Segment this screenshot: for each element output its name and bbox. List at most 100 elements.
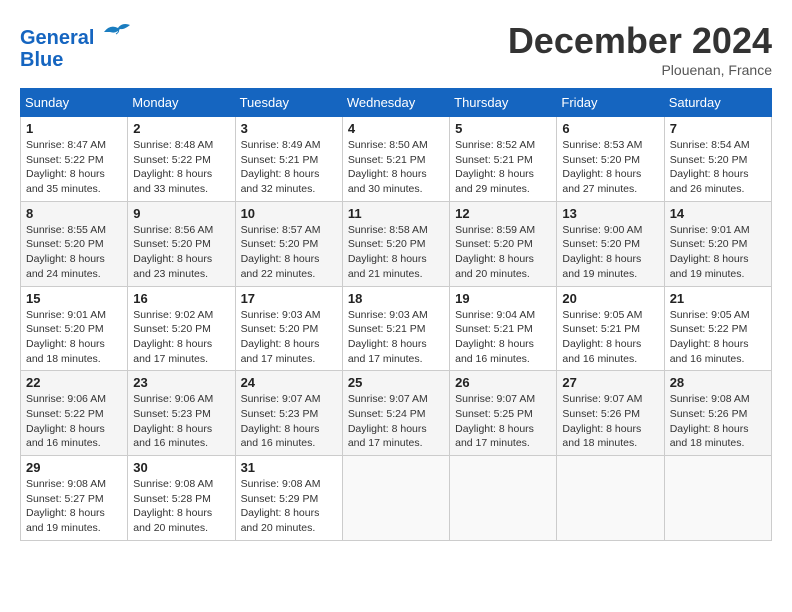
calendar-table: SundayMondayTuesdayWednesdayThursdayFrid… — [20, 88, 772, 541]
calendar-day-cell: 24 Sunrise: 9:07 AM Sunset: 5:23 PM Dayli… — [235, 371, 342, 456]
day-info: Sunrise: 9:03 AM Sunset: 5:21 PM Dayligh… — [348, 308, 444, 367]
day-info: Sunrise: 9:05 AM Sunset: 5:22 PM Dayligh… — [670, 308, 766, 367]
day-number: 4 — [348, 121, 444, 136]
calendar-week-row: 8Sunrise: 8:55 AM Sunset: 5:20 PM Daylig… — [21, 201, 772, 286]
location-subtitle: Plouenan, France — [508, 62, 772, 78]
day-number: 7 — [670, 121, 766, 136]
day-info: Sunrise: 9:08 AM Sunset: 5:29 PM Dayligh… — [241, 477, 337, 536]
day-info: Sunrise: 9:08 AM Sunset: 5:28 PM Dayligh… — [133, 477, 229, 536]
day-info: Sunrise: 9:07 AM Sunset: 5:24 PM Dayligh… — [348, 392, 444, 451]
calendar-day-cell: 16 Sunrise: 9:02 AM Sunset: 5:20 PM Dayli… — [128, 286, 235, 371]
day-info: Sunrise: 9:01 AM Sunset: 5:20 PM Dayligh… — [26, 308, 122, 367]
day-info: Sunrise: 8:54 AM Sunset: 5:20 PM Dayligh… — [670, 138, 766, 197]
calendar-week-row: 15 Sunrise: 9:01 AM Sunset: 5:20 PM Dayli… — [21, 286, 772, 371]
day-number: 8 — [26, 206, 122, 221]
calendar-week-row: 1 Sunrise: 8:47 AM Sunset: 5:22 PM Daylig… — [21, 117, 772, 202]
day-number: 22 — [26, 375, 122, 390]
logo-blue: Blue — [20, 49, 132, 71]
day-number: 3 — [241, 121, 337, 136]
logo-general: General — [20, 27, 94, 49]
day-info: Sunrise: 9:07 AM Sunset: 5:23 PM Dayligh… — [241, 392, 337, 451]
calendar-header-row: SundayMondayTuesdayWednesdayThursdayFrid… — [21, 89, 772, 117]
day-number: 2 — [133, 121, 229, 136]
logo-bird-icon — [102, 20, 132, 44]
weekday-header-friday: Friday — [557, 89, 664, 117]
calendar-day-cell: 13 Sunrise: 9:00 AM Sunset: 5:20 PM Dayli… — [557, 201, 664, 286]
calendar-day-cell: 15 Sunrise: 9:01 AM Sunset: 5:20 PM Dayli… — [21, 286, 128, 371]
day-info: Sunrise: 9:05 AM Sunset: 5:21 PM Dayligh… — [562, 308, 658, 367]
day-number: 26 — [455, 375, 551, 390]
calendar-day-cell — [664, 456, 771, 541]
day-info: Sunrise: 8:48 AM Sunset: 5:22 PM Dayligh… — [133, 138, 229, 197]
calendar-day-cell: 25 Sunrise: 9:07 AM Sunset: 5:24 PM Dayli… — [342, 371, 449, 456]
weekday-header-monday: Monday — [128, 89, 235, 117]
day-number: 12 — [455, 206, 551, 221]
day-number: 27 — [562, 375, 658, 390]
day-number: 19 — [455, 291, 551, 306]
calendar-day-cell: 2 Sunrise: 8:48 AM Sunset: 5:22 PM Daylig… — [128, 117, 235, 202]
day-info: Sunrise: 8:50 AM Sunset: 5:21 PM Dayligh… — [348, 138, 444, 197]
weekday-header-tuesday: Tuesday — [235, 89, 342, 117]
day-info: Sunrise: 8:53 AM Sunset: 5:20 PM Dayligh… — [562, 138, 658, 197]
day-number: 16 — [133, 291, 229, 306]
weekday-header-wednesday: Wednesday — [342, 89, 449, 117]
day-number: 15 — [26, 291, 122, 306]
calendar-day-cell: 20 Sunrise: 9:05 AM Sunset: 5:21 PM Dayli… — [557, 286, 664, 371]
calendar-day-cell — [342, 456, 449, 541]
day-info: Sunrise: 8:56 AM Sunset: 5:20 PM Dayligh… — [133, 223, 229, 282]
day-info: Sunrise: 9:07 AM Sunset: 5:26 PM Dayligh… — [562, 392, 658, 451]
day-number: 21 — [670, 291, 766, 306]
calendar-day-cell: 23Sunrise: 9:06 AM Sunset: 5:23 PM Dayli… — [128, 371, 235, 456]
day-number: 9 — [133, 206, 229, 221]
day-number: 23 — [133, 375, 229, 390]
calendar-day-cell: 5Sunrise: 8:52 AM Sunset: 5:21 PM Daylig… — [450, 117, 557, 202]
day-number: 11 — [348, 206, 444, 221]
calendar-day-cell: 26Sunrise: 9:07 AM Sunset: 5:25 PM Dayli… — [450, 371, 557, 456]
day-info: Sunrise: 8:49 AM Sunset: 5:21 PM Dayligh… — [241, 138, 337, 197]
day-info: Sunrise: 8:59 AM Sunset: 5:20 PM Dayligh… — [455, 223, 551, 282]
logo: General Blue — [20, 20, 132, 71]
day-number: 18 — [348, 291, 444, 306]
day-number: 6 — [562, 121, 658, 136]
day-number: 25 — [348, 375, 444, 390]
day-info: Sunrise: 8:57 AM Sunset: 5:20 PM Dayligh… — [241, 223, 337, 282]
day-info: Sunrise: 9:08 AM Sunset: 5:27 PM Dayligh… — [26, 477, 122, 536]
day-info: Sunrise: 9:00 AM Sunset: 5:20 PM Dayligh… — [562, 223, 658, 282]
day-number: 10 — [241, 206, 337, 221]
day-info: Sunrise: 9:02 AM Sunset: 5:20 PM Dayligh… — [133, 308, 229, 367]
logo-text: General — [20, 20, 132, 49]
month-title: December 2024 — [508, 20, 772, 62]
calendar-day-cell: 18 Sunrise: 9:03 AM Sunset: 5:21 PM Dayli… — [342, 286, 449, 371]
day-info: Sunrise: 8:52 AM Sunset: 5:21 PM Dayligh… — [455, 138, 551, 197]
day-number: 13 — [562, 206, 658, 221]
day-info: Sunrise: 9:04 AM Sunset: 5:21 PM Dayligh… — [455, 308, 551, 367]
calendar-day-cell: 14Sunrise: 9:01 AM Sunset: 5:20 PM Dayli… — [664, 201, 771, 286]
calendar-day-cell: 12 Sunrise: 8:59 AM Sunset: 5:20 PM Dayli… — [450, 201, 557, 286]
calendar-day-cell: 30Sunrise: 9:08 AM Sunset: 5:28 PM Dayli… — [128, 456, 235, 541]
page-header: General Blue December 2024 Plouenan, Fra… — [20, 20, 772, 78]
calendar-day-cell — [450, 456, 557, 541]
day-info: Sunrise: 9:03 AM Sunset: 5:20 PM Dayligh… — [241, 308, 337, 367]
calendar-day-cell: 27 Sunrise: 9:07 AM Sunset: 5:26 PM Dayli… — [557, 371, 664, 456]
day-number: 17 — [241, 291, 337, 306]
calendar-day-cell: 8Sunrise: 8:55 AM Sunset: 5:20 PM Daylig… — [21, 201, 128, 286]
day-number: 29 — [26, 460, 122, 475]
calendar-day-cell: 7 Sunrise: 8:54 AM Sunset: 5:20 PM Daylig… — [664, 117, 771, 202]
calendar-day-cell: 10 Sunrise: 8:57 AM Sunset: 5:20 PM Dayli… — [235, 201, 342, 286]
calendar-day-cell: 19 Sunrise: 9:04 AM Sunset: 5:21 PM Dayli… — [450, 286, 557, 371]
calendar-day-cell: 31Sunrise: 9:08 AM Sunset: 5:29 PM Dayli… — [235, 456, 342, 541]
calendar-day-cell: 29 Sunrise: 9:08 AM Sunset: 5:27 PM Dayli… — [21, 456, 128, 541]
weekday-header-saturday: Saturday — [664, 89, 771, 117]
day-number: 20 — [562, 291, 658, 306]
calendar-week-row: 22Sunrise: 9:06 AM Sunset: 5:22 PM Dayli… — [21, 371, 772, 456]
day-info: Sunrise: 9:01 AM Sunset: 5:20 PM Dayligh… — [670, 223, 766, 282]
calendar-day-cell — [557, 456, 664, 541]
day-info: Sunrise: 8:47 AM Sunset: 5:22 PM Dayligh… — [26, 138, 122, 197]
calendar-day-cell: 3 Sunrise: 8:49 AM Sunset: 5:21 PM Daylig… — [235, 117, 342, 202]
weekday-header-sunday: Sunday — [21, 89, 128, 117]
calendar-day-cell: 6 Sunrise: 8:53 AM Sunset: 5:20 PM Daylig… — [557, 117, 664, 202]
day-number: 24 — [241, 375, 337, 390]
calendar-day-cell: 4 Sunrise: 8:50 AM Sunset: 5:21 PM Daylig… — [342, 117, 449, 202]
day-number: 1 — [26, 121, 122, 136]
calendar-day-cell: 22Sunrise: 9:06 AM Sunset: 5:22 PM Dayli… — [21, 371, 128, 456]
